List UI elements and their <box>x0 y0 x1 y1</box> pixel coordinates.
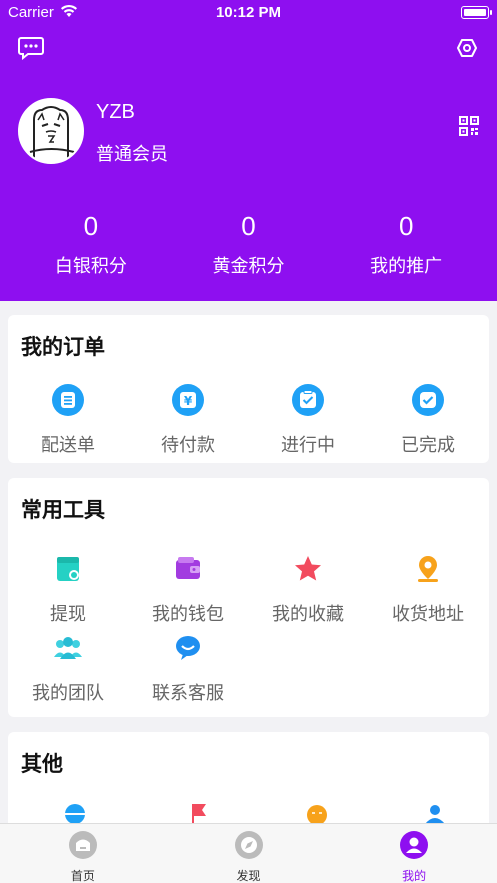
tab-home[interactable]: 首页 <box>0 824 166 883</box>
tab-label: 首页 <box>70 869 95 883</box>
order-item-label: 已完成 <box>401 435 455 455</box>
tool-item-label: 我的钱包 <box>152 604 224 624</box>
avatar[interactable] <box>18 98 84 164</box>
tool-favorites[interactable]: 我的收藏 <box>248 552 368 626</box>
stat-my-promotion[interactable]: 0 我的推广 <box>327 208 485 278</box>
person-icon[interactable] <box>421 802 449 824</box>
tool-shipping-address[interactable]: 收货地址 <box>368 552 488 626</box>
other-title: 其他 <box>21 753 63 776</box>
home-icon <box>68 831 97 859</box>
order-completed[interactable]: 已完成 <box>368 383 488 457</box>
tools-title: 常用工具 <box>21 499 105 522</box>
stat-silver-points[interactable]: 0 白银积分 <box>12 208 170 278</box>
stat-value: 0 <box>398 211 414 241</box>
order-delivery[interactable]: 配送单 <box>8 383 128 457</box>
flag-icon[interactable] <box>184 802 212 824</box>
tab-label: 我的 <box>402 869 427 883</box>
avatar-cat-icon <box>20 100 82 162</box>
tab-discover[interactable]: 发现 <box>166 824 332 883</box>
location-pin-icon <box>418 556 438 582</box>
tool-item-label: 我的收藏 <box>272 604 344 624</box>
tool-wallet[interactable]: 我的钱包 <box>128 552 248 626</box>
compass-icon <box>234 831 263 859</box>
order-in-progress[interactable]: 进行中 <box>248 383 368 457</box>
orders-card: 我的订单 配送单 ¥ 待付款 进行中 已完成 <box>8 315 489 463</box>
tool-my-team[interactable]: 我的团队 <box>8 631 128 705</box>
tab-bar: 首页 发现 我的 <box>0 823 497 883</box>
wallet-icon <box>176 557 200 579</box>
tool-customer-service[interactable]: 联系客服 <box>128 631 248 705</box>
stat-label: 白银积分 <box>54 256 127 276</box>
user-icon <box>400 831 429 859</box>
svg-text:¥: ¥ <box>184 394 193 408</box>
orders-title: 我的订单 <box>21 336 105 359</box>
order-item-label: 待付款 <box>161 435 215 455</box>
stat-label: 我的推广 <box>370 256 443 276</box>
order-item-label: 配送单 <box>41 435 95 455</box>
emoji-icon[interactable] <box>303 802 331 824</box>
username: YZB <box>96 101 135 123</box>
member-level: 普通会员 <box>96 144 168 164</box>
tab-label: 发现 <box>236 869 261 883</box>
settings-icon[interactable] <box>457 38 477 58</box>
in-progress-icon <box>292 384 324 416</box>
message-icon[interactable] <box>18 36 44 60</box>
stat-value: 0 <box>241 211 256 241</box>
tools-card: 常用工具 提现 我的钱包 我的收藏 收货地址 我的团队 联系客服 <box>8 478 489 717</box>
status-bar: Carrier 10:12 PM <box>0 0 497 26</box>
stat-gold-points[interactable]: 0 黄金积分 <box>170 208 328 278</box>
clock: 10:12 PM <box>215 4 282 21</box>
qr-code-icon[interactable] <box>459 116 479 136</box>
battery-icon <box>461 6 492 19</box>
profile-header: Carrier 10:12 PM YZB 普通会员 0 白银积分 0 黄金积分 … <box>0 0 497 301</box>
completed-check-icon <box>412 384 444 416</box>
delivery-list-icon <box>52 384 84 416</box>
tool-item-label: 提现 <box>50 604 86 624</box>
tool-item-label: 联系客服 <box>152 683 224 703</box>
star-icon <box>295 556 321 581</box>
team-icon <box>54 637 82 659</box>
stat-value: 0 <box>83 211 99 241</box>
order-pending-payment[interactable]: ¥ 待付款 <box>128 383 248 457</box>
chat-bubble-icon <box>176 636 200 660</box>
tool-item-label: 我的团队 <box>32 683 104 703</box>
points-stats: 0 白银积分 0 黄金积分 0 我的推广 <box>0 208 497 278</box>
tool-item-label: 收货地址 <box>392 604 464 624</box>
tab-mine[interactable]: 我的 <box>331 824 497 883</box>
order-item-label: 进行中 <box>281 435 335 455</box>
yuan-icon: ¥ <box>172 384 204 416</box>
withdraw-icon <box>57 557 79 581</box>
tool-withdraw[interactable]: 提现 <box>8 552 128 626</box>
globe-icon[interactable] <box>61 802 89 824</box>
stat-label: 黄金积分 <box>212 256 285 276</box>
